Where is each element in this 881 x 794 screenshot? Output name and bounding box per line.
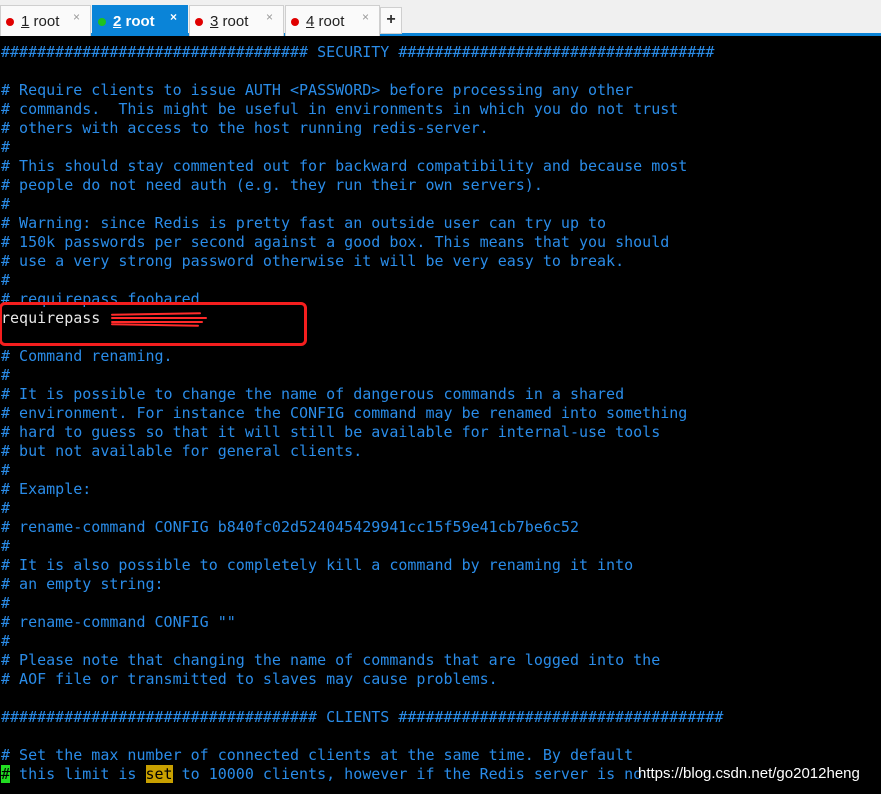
terminal-line: # Require clients to issue AUTH <PASSWOR… [1,81,634,99]
tab-bar: 1 root × 2 root × 3 root × 4 root × + [0,0,881,36]
terminal-line: # Please note that changing the name of … [1,651,661,669]
tab-label: 4 root [306,13,345,30]
tab-label: 2 root [113,13,155,30]
terminal-line: # AOF file or transmitted to slaves may … [1,670,498,688]
watermark: https://blog.csdn.net/go2012heng [638,765,860,782]
new-tab-button[interactable]: + [380,7,402,34]
terminal-line: # commands. This might be useful in envi… [1,100,679,118]
terminal-line: # but not available for general clients. [1,442,363,460]
terminal-line: # [1,461,11,479]
tab-label: 3 root [210,13,249,30]
tab-3-root[interactable]: 3 root × [189,5,284,36]
terminal-line: # people do not need auth (e.g. they run… [1,176,543,194]
terminal-line: # others with access to the host running… [1,119,489,137]
terminal-line: # use a very strong password otherwise i… [1,252,625,270]
terminal-line: # It is also possible to completely kill… [1,556,634,574]
close-icon[interactable]: × [362,10,369,24]
status-dot-icon [195,18,203,26]
terminal-line: # [1,366,11,384]
close-icon[interactable]: × [73,10,80,24]
close-icon[interactable]: × [266,10,273,24]
terminal-line: # environment. For instance the CONFIG c… [1,404,688,422]
tab-4-root[interactable]: 4 root × [285,5,380,36]
terminal-line: # Example: [1,480,92,498]
status-dot-icon [98,18,106,26]
terminal-line: ################################### CLIE… [1,708,724,726]
status-dot-icon [6,18,14,26]
terminal-line: # 150k passwords per second against a go… [1,233,670,251]
terminal-line: # It is possible to change the name of d… [1,385,625,403]
tab-label: 1 root [21,13,60,30]
terminal-line: # rename-command CONFIG b840fc02d5240454… [1,518,579,536]
tab-1-root[interactable]: 1 root × [0,5,91,36]
terminal-line: # an empty string: [1,575,164,593]
terminal-line: # [1,594,11,612]
terminal-line: ################################## SECUR… [1,43,715,61]
terminal-line: # This should stay commented out for bac… [1,157,688,175]
terminal[interactable]: ################################## SECUR… [1,43,881,784]
terminal-line: # Set the max number of connected client… [1,746,634,764]
terminal-line: # rename-command CONFIG "" [1,613,236,631]
terminal-line: # [1,138,11,156]
terminal-line: # [1,632,11,650]
terminal-line: # hard to guess so that it will still be… [1,423,661,441]
terminal-line: # Command renaming. [1,347,173,365]
annotation-highlight-box [0,302,307,346]
close-icon[interactable]: × [170,10,177,24]
tab-2-root[interactable]: 2 root × [92,5,188,36]
terminal-line: # [1,499,11,517]
terminal-line: # [1,537,11,555]
terminal-line: # [1,195,11,213]
terminal-line: # Warning: since Redis is pretty fast an… [1,214,607,232]
cursor: # [1,765,11,783]
status-dot-icon [291,18,299,26]
terminal-line: # [1,271,11,289]
search-highlight: set [145,765,173,783]
